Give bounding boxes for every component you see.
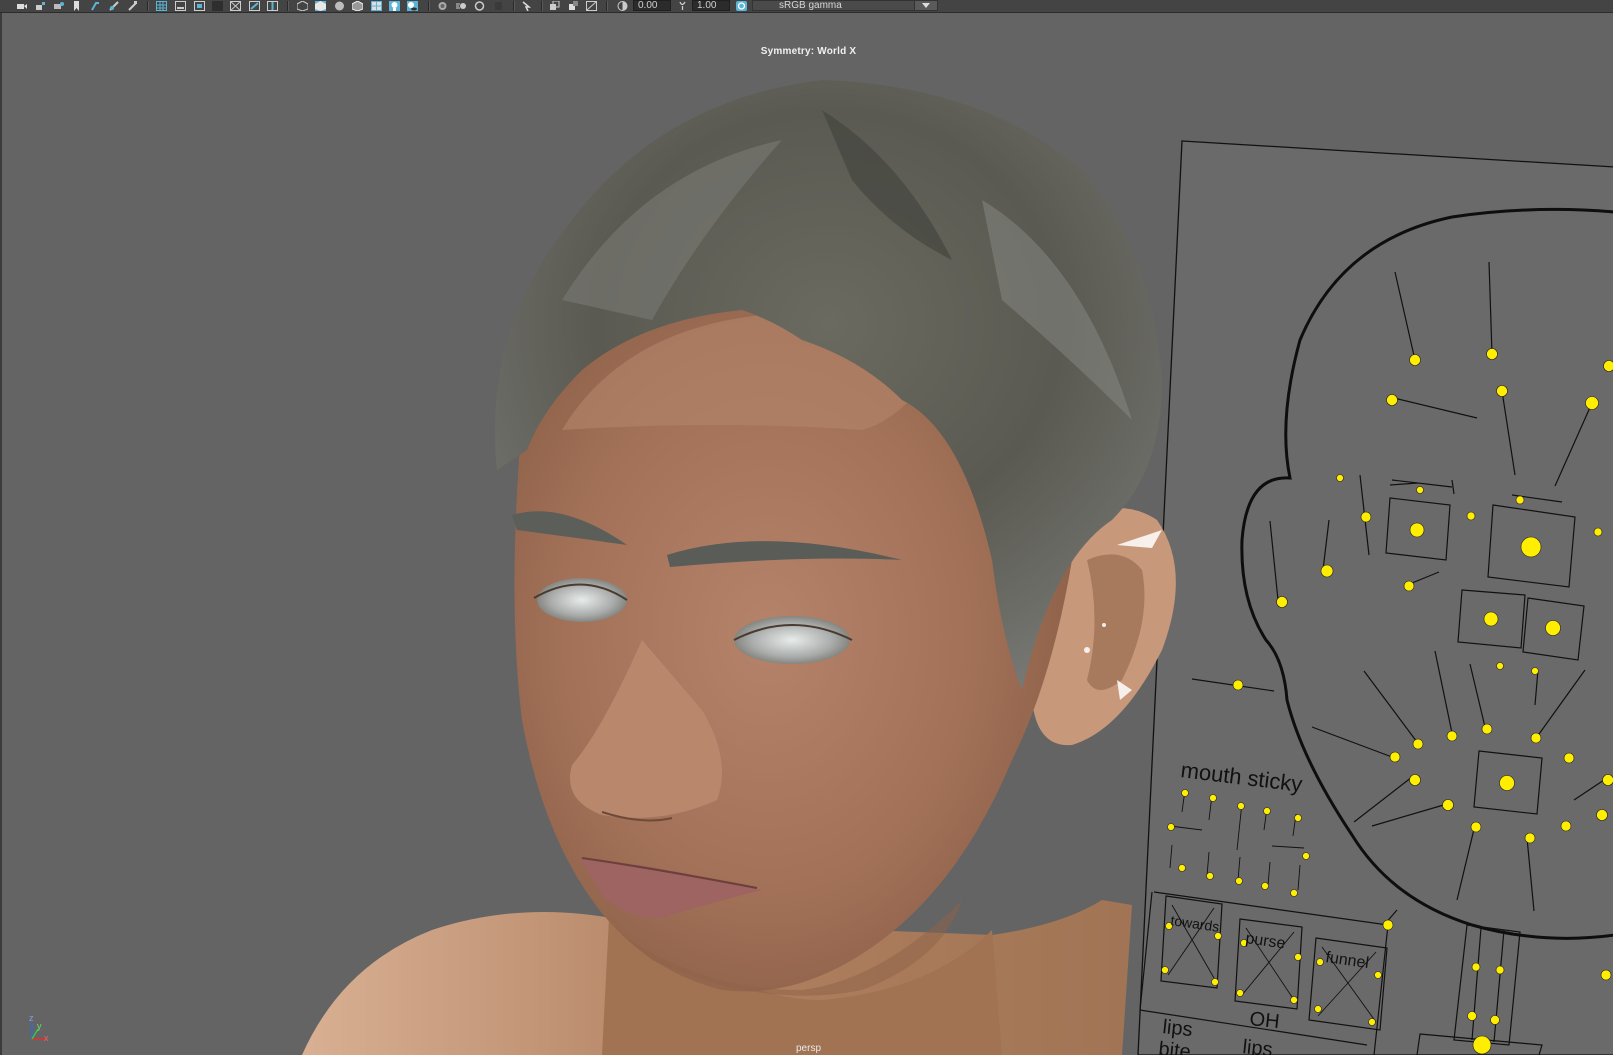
- gamma-field[interactable]: 1.00: [692, 0, 730, 11]
- axis-gizmo: z y x: [26, 1013, 52, 1045]
- default-material-icon[interactable]: [334, 1, 345, 11]
- camera-lock-icon[interactable]: [35, 1, 46, 11]
- exposure-icon[interactable]: [617, 1, 628, 11]
- safe-action-icon[interactable]: [249, 1, 260, 11]
- resolution-gate-icon[interactable]: [194, 1, 205, 11]
- view-transform-dropdown[interactable]: sRGB gamma: [752, 0, 938, 11]
- color-management-icon[interactable]: [736, 1, 747, 11]
- toolbar-separator: [147, 1, 149, 11]
- motion-blur-icon[interactable]: [456, 1, 467, 11]
- wireframe-icon[interactable]: [297, 1, 308, 11]
- toolbar-separator: [513, 1, 515, 11]
- grease-pencil-icon[interactable]: [109, 1, 120, 11]
- field-chart-icon[interactable]: [230, 1, 241, 11]
- anti-aliasing-icon[interactable]: [474, 1, 485, 11]
- gamma-icon[interactable]: [677, 1, 688, 11]
- grid-icon[interactable]: [156, 1, 167, 11]
- symmetry-indicator: Symmetry: World X: [760, 46, 857, 57]
- chevron-down-icon[interactable]: [914, 1, 937, 10]
- character-head: [302, 80, 1176, 1055]
- xray-components-icon[interactable]: [586, 1, 597, 11]
- shadows-icon[interactable]: [407, 1, 418, 11]
- face-rig-board: mouth sticky towards purse funnel OH lip…: [1137, 140, 1613, 1055]
- toolbar-separator: [541, 1, 543, 11]
- axis-z-label: z: [29, 1013, 34, 1023]
- camera-name-label: persp: [795, 1043, 821, 1054]
- xray-icon[interactable]: [549, 1, 560, 11]
- depth-of-field-icon[interactable]: [493, 1, 504, 11]
- isolate-select-icon[interactable]: [521, 1, 532, 11]
- wireframe-on-shaded-icon[interactable]: [352, 1, 363, 11]
- scene-render: mouth sticky towards purse funnel OH lip…: [302, 80, 1613, 1055]
- film-gate-icon[interactable]: [175, 1, 186, 11]
- right-eye: [734, 616, 850, 664]
- textured-icon[interactable]: [371, 1, 382, 11]
- camera-icon[interactable]: [16, 1, 27, 11]
- toolbar-separator: [606, 1, 608, 11]
- camera-attributes-icon[interactable]: [53, 1, 64, 11]
- toolbar-separator: [287, 1, 289, 11]
- toolbar-separator: [428, 1, 430, 11]
- xray-joints-icon[interactable]: [568, 1, 579, 11]
- exposure-field[interactable]: 0.00: [633, 0, 671, 11]
- 3d-viewport[interactable]: mouth sticky towards purse funnel OH lip…: [0, 13, 1613, 1055]
- axis-x-label: x: [44, 1033, 49, 1043]
- smooth-shade-icon[interactable]: [315, 1, 326, 11]
- oh-label: OH: [1248, 1008, 1280, 1033]
- axis-y-label: y: [37, 1021, 42, 1031]
- viewport-toolbar: 0.00 1.00 sRGB gamma: [0, 0, 1613, 13]
- screen-space-ao-icon[interactable]: [437, 1, 448, 11]
- gate-mask-icon[interactable]: [212, 1, 223, 11]
- image-plane-icon[interactable]: [90, 1, 101, 11]
- lips-label: lips: [1161, 1016, 1193, 1041]
- use-all-lights-icon[interactable]: [389, 1, 400, 11]
- view-transform-value: sRGB gamma: [779, 0, 842, 11]
- 2d-pan-zoom-icon[interactable]: [127, 1, 138, 11]
- bookmark-icon[interactable]: [71, 1, 82, 11]
- safe-title-icon[interactable]: [267, 1, 278, 11]
